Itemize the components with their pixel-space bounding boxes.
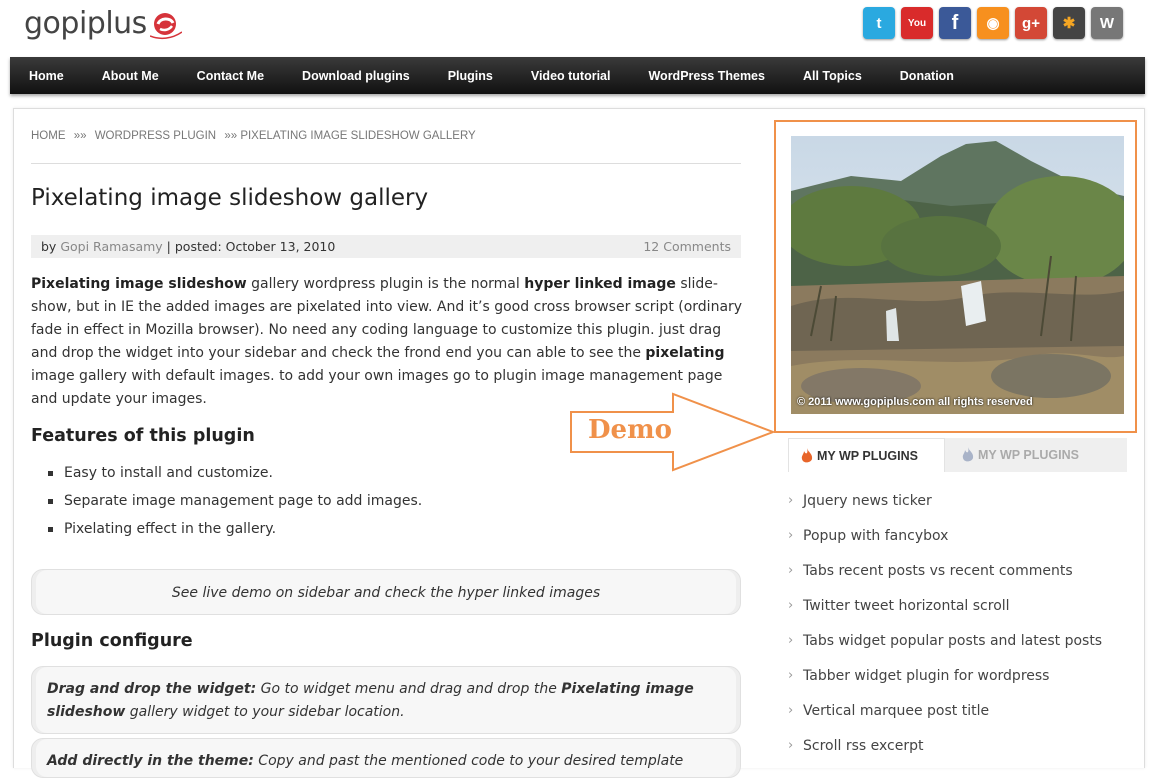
list-item[interactable]: Tabs widget popular posts and latest pos… <box>788 630 1102 665</box>
features-list: Easy to install and customize. Separate … <box>48 461 422 545</box>
intro-bold-3: pixelating <box>645 345 725 361</box>
flame-icon <box>801 448 813 463</box>
site-logo[interactable]: gopiplus <box>24 6 182 41</box>
divider <box>31 163 741 164</box>
tab-label: MY WP PLUGINS <box>817 449 918 463</box>
google-plus-icon[interactable]: g+ <box>1015 7 1047 39</box>
cfg2-text-1: Copy and past the mentioned code to your… <box>253 753 684 769</box>
tab-my-wp-plugins-active[interactable]: MY WP PLUGINS <box>788 438 945 472</box>
nav-wordpress-themes[interactable]: WordPress Themes <box>648 69 764 83</box>
cfg1-text-1: Go to widget menu and drag and drop the <box>256 681 562 697</box>
plugin-list: Jquery news ticker Popup with fancybox T… <box>788 490 1102 770</box>
list-item[interactable]: Vertical marquee post title <box>788 700 1102 735</box>
post-date: | posted: October 13, 2010 <box>162 239 336 254</box>
intro-bold-2: hyper linked image <box>524 276 676 292</box>
list-item[interactable]: Jquery news ticker <box>788 490 1102 525</box>
slideshow-image[interactable]: © 2011 www.gopiplus.com all rights reser… <box>791 136 1124 414</box>
facebook-icon[interactable]: f <box>939 7 971 39</box>
breadcrumb: HOME »» WORDPRESS PLUGIN »» PIXELATING I… <box>31 130 481 142</box>
nav-donation[interactable]: Donation <box>900 69 954 83</box>
twitter-icon[interactable]: t <box>863 7 895 39</box>
list-item[interactable]: Scroll rss excerpt <box>788 735 1102 770</box>
breadcrumb-current: »» PIXELATING IMAGE SLIDESHOW GALLERY <box>224 130 476 142</box>
list-item[interactable]: Tabs recent posts vs recent comments <box>788 560 1102 595</box>
intro-bold-1: Pixelating image slideshow <box>31 276 247 292</box>
list-item: Pixelating effect in the gallery. <box>48 517 422 545</box>
meta-by: by <box>41 239 57 254</box>
wordpress-icon[interactable]: W <box>1091 7 1123 39</box>
rss-icon[interactable]: ◉ <box>977 7 1009 39</box>
cfg2-bold-1: Add directly in the theme: <box>47 753 254 769</box>
nav-video-tutorial[interactable]: Video tutorial <box>531 69 611 83</box>
landscape-photo <box>791 136 1124 414</box>
list-item[interactable]: Twitter tweet horizontal scroll <box>788 595 1102 630</box>
list-item[interactable]: Popup with fancybox <box>788 525 1102 560</box>
nav-contact-me[interactable]: Contact Me <box>197 69 264 83</box>
nav-all-topics[interactable]: All Topics <box>803 69 862 83</box>
cfg1-bold-1: Drag and drop the widget: <box>47 681 257 697</box>
main-nav: Home About Me Contact Me Download plugin… <box>10 57 1145 94</box>
configure-heading: Plugin configure <box>31 631 193 651</box>
configure-theme-box: Add directly in the theme: Copy and past… <box>31 738 741 778</box>
nav-about-me[interactable]: About Me <box>102 69 159 83</box>
breadcrumb-home[interactable]: HOME <box>31 130 66 142</box>
demo-label: Demo <box>588 415 672 445</box>
logo-text: gopiplus <box>24 6 147 41</box>
joomla-icon[interactable]: ✱ <box>1053 7 1085 39</box>
list-item[interactable]: Tabber widget plugin for wordpress <box>788 665 1102 700</box>
plugin-tabs: MY WP PLUGINS MY WP PLUGINS <box>788 438 1127 472</box>
features-heading: Features of this plugin <box>31 426 255 446</box>
header: gopiplus t You f ◉ g+ ✱ W <box>0 0 1157 56</box>
youtube-icon[interactable]: You <box>901 7 933 39</box>
logo-swirl-icon <box>149 12 182 39</box>
comments-link[interactable]: 12 Comments <box>643 235 731 258</box>
breadcrumb-category[interactable]: WORDPRESS PLUGIN <box>95 130 216 142</box>
nav-home[interactable]: Home <box>29 69 64 83</box>
tab-my-wp-plugins[interactable]: MY WP PLUGINS <box>948 438 1079 472</box>
post-meta: by Gopi Ramasamy | posted: October 13, 2… <box>31 235 741 258</box>
nav-plugins[interactable]: Plugins <box>448 69 493 83</box>
breadcrumb-separator: »» <box>73 130 87 142</box>
intro-text-1: gallery wordpress plugin is the normal <box>246 276 525 292</box>
flame-icon <box>962 447 974 462</box>
tab-label: MY WP PLUGINS <box>978 448 1079 462</box>
social-icons: t You f ◉ g+ ✱ W <box>863 7 1123 39</box>
post-intro: Pixelating image slideshow gallery wordp… <box>31 273 743 411</box>
author-link[interactable]: Gopi Ramasamy <box>60 239 162 254</box>
nav-download-plugins[interactable]: Download plugins <box>302 69 410 83</box>
configure-widget-box: Drag and drop the widget: Go to widget m… <box>31 666 741 734</box>
demo-note-box: See live demo on sidebar and check the h… <box>31 569 741 615</box>
cfg1-text-2: gallery widget to your sidebar location. <box>125 704 405 720</box>
list-item: Easy to install and customize. <box>48 461 422 489</box>
list-item: Separate image management page to add im… <box>48 489 422 517</box>
image-copyright: © 2011 www.gopiplus.com all rights reser… <box>797 396 1033 408</box>
page-title: Pixelating image slideshow gallery <box>31 185 429 211</box>
